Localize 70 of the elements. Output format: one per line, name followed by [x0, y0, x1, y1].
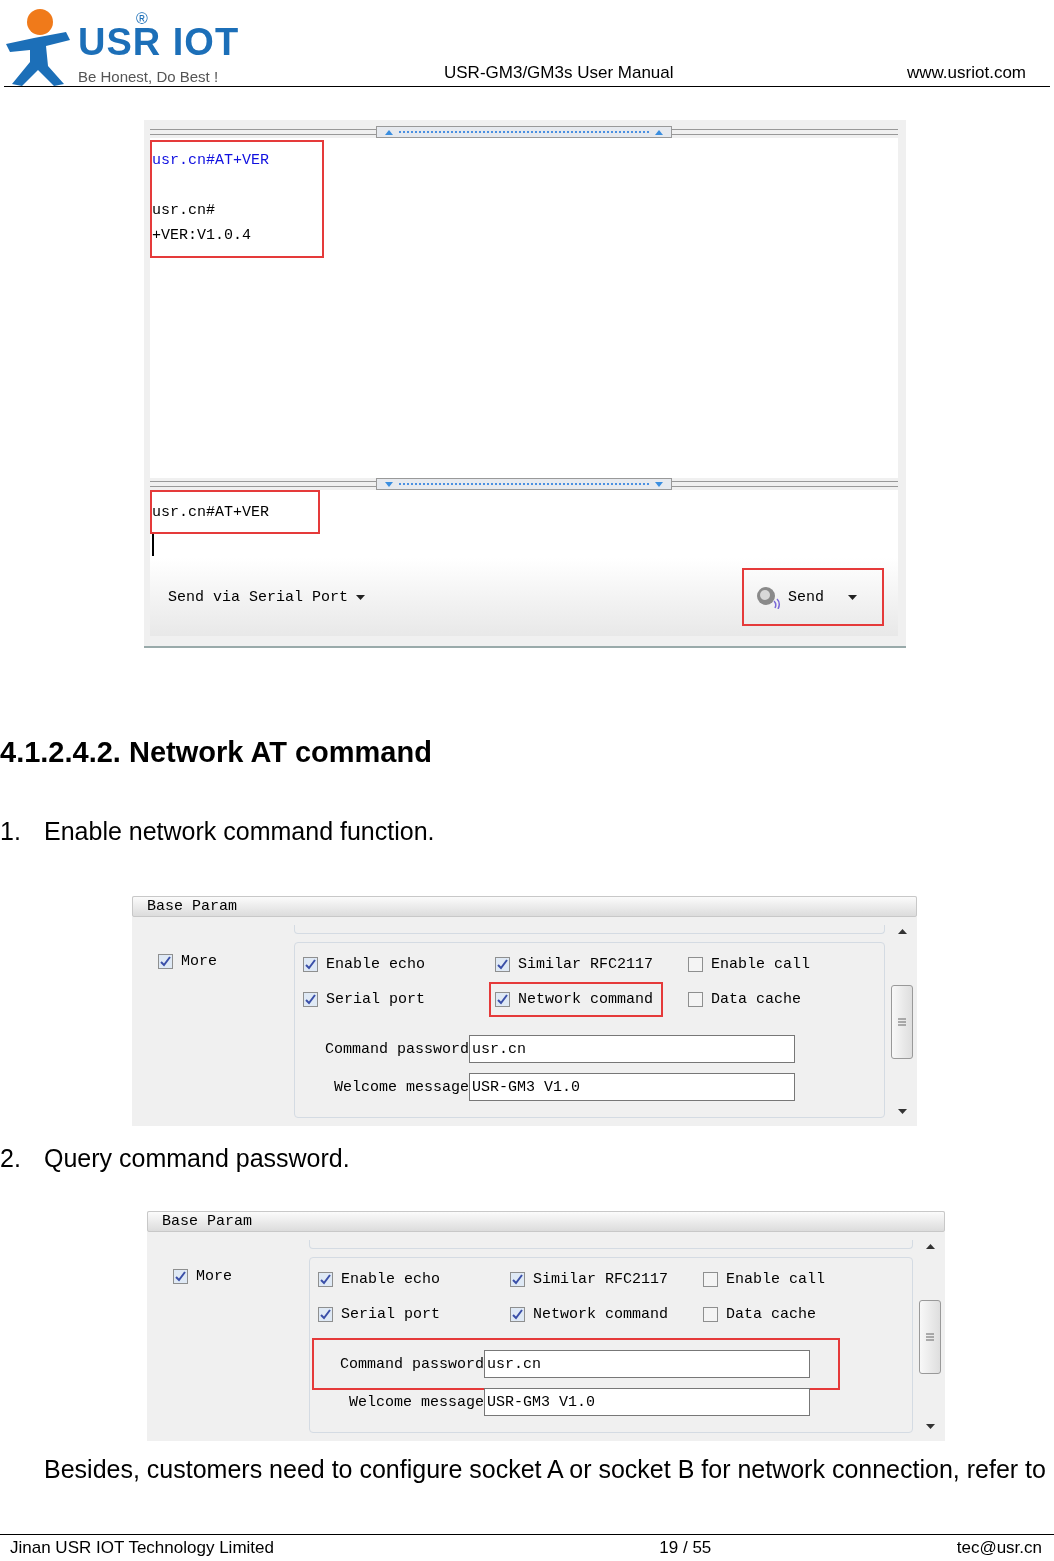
checkbox[interactable] — [703, 1307, 718, 1322]
scroll-up-icon[interactable] — [897, 929, 907, 934]
splitter-handle[interactable] — [376, 126, 672, 138]
checkbox-label: Data cache — [726, 1306, 816, 1323]
send-mode-dropdown[interactable]: Send via Serial Port — [168, 588, 366, 606]
field-label: Welcome message — [347, 1393, 484, 1411]
scroll-down-icon[interactable] — [897, 1109, 907, 1114]
input-field[interactable]: USR-GM3 V1.0 — [484, 1388, 810, 1416]
down-arrow-icon — [655, 481, 663, 487]
page-number: 19 / 55 — [659, 1538, 712, 1558]
input-field[interactable]: USR-GM3 V1.0 — [469, 1073, 795, 1101]
checkbox-label: Serial port — [326, 991, 426, 1008]
email: tec@usr.cn — [956, 1538, 1042, 1558]
caret-icon — [848, 594, 857, 600]
checkbox-label: Enable echo — [326, 956, 426, 973]
down-arrow-icon — [385, 481, 393, 487]
up-arrow-icon — [385, 129, 393, 135]
splitter-handle[interactable] — [376, 478, 672, 490]
response-line: +VER:V1.0.4 — [152, 226, 253, 246]
checkbox[interactable] — [510, 1272, 525, 1287]
checkbox-label: Network command — [518, 991, 654, 1008]
up-arrow-icon — [655, 129, 663, 135]
checkbox[interactable] — [495, 957, 510, 972]
checkbox-label: Similar RFC2117 — [518, 956, 654, 973]
checkbox[interactable] — [510, 1307, 525, 1322]
checkbox-label: Data cache — [711, 991, 801, 1008]
body-paragraph: Besides, customers need to configure socket A or socket B for network connection, refer to — [44, 1455, 1047, 1484]
field-label: Command password — [323, 1040, 469, 1058]
website: www.usriot.com — [906, 63, 1026, 84]
checkbox-label: Enable call — [726, 1271, 826, 1288]
scroll-down-icon[interactable] — [925, 1424, 935, 1429]
command-line: usr.cn#AT+VER — [152, 151, 271, 171]
company-name: Jinan USR IOT Technology Limited — [10, 1538, 274, 1558]
input-field[interactable]: usr.cn — [469, 1035, 795, 1063]
checkbox-label: Enable call — [711, 956, 811, 973]
step-number: 1. — [0, 817, 22, 846]
checkbox[interactable] — [173, 1269, 188, 1284]
caret-icon — [356, 594, 366, 600]
checkbox[interactable] — [703, 1272, 718, 1287]
speaker-icon — [756, 585, 782, 609]
checkbox[interactable] — [303, 957, 318, 972]
field-label: Command password — [338, 1355, 484, 1373]
step-number: 2. — [0, 1144, 22, 1173]
step-text: Enable network command function. — [44, 817, 435, 846]
tagline: Be Honest, Do Best ! — [78, 68, 220, 85]
scroll-up-icon[interactable] — [925, 1244, 935, 1249]
field-label: Welcome message — [332, 1078, 469, 1096]
checkbox[interactable] — [318, 1307, 333, 1322]
step-text: Query command password. — [44, 1144, 350, 1173]
document-title: USR-GM3/GM3s User Manual — [444, 63, 675, 84]
checkbox-label: Similar RFC2117 — [533, 1271, 669, 1288]
checkbox-label: Network command — [533, 1306, 669, 1323]
scrollbar-thumb[interactable] — [891, 984, 913, 1059]
checkbox[interactable] — [495, 992, 510, 1007]
section-heading: 4.1.2.4.2. Network AT command — [0, 736, 433, 769]
text-cursor — [152, 534, 154, 556]
panel-title: Base Param — [132, 896, 917, 917]
checkbox-label: Enable echo — [341, 1271, 441, 1288]
scrollbar-thumb[interactable] — [919, 1299, 941, 1374]
checkbox[interactable] — [688, 992, 703, 1007]
input-field[interactable]: usr.cn — [484, 1350, 810, 1378]
checkbox[interactable] — [318, 1272, 333, 1287]
checkbox-label: Serial port — [341, 1306, 441, 1323]
checkbox[interactable] — [688, 957, 703, 972]
panel-title: Base Param — [147, 1211, 945, 1232]
checkbox[interactable] — [158, 954, 173, 969]
checkbox-label: More — [181, 953, 217, 970]
checkbox[interactable] — [303, 992, 318, 1007]
response-line: usr.cn# — [152, 201, 216, 221]
checkbox-label: More — [196, 1268, 232, 1285]
